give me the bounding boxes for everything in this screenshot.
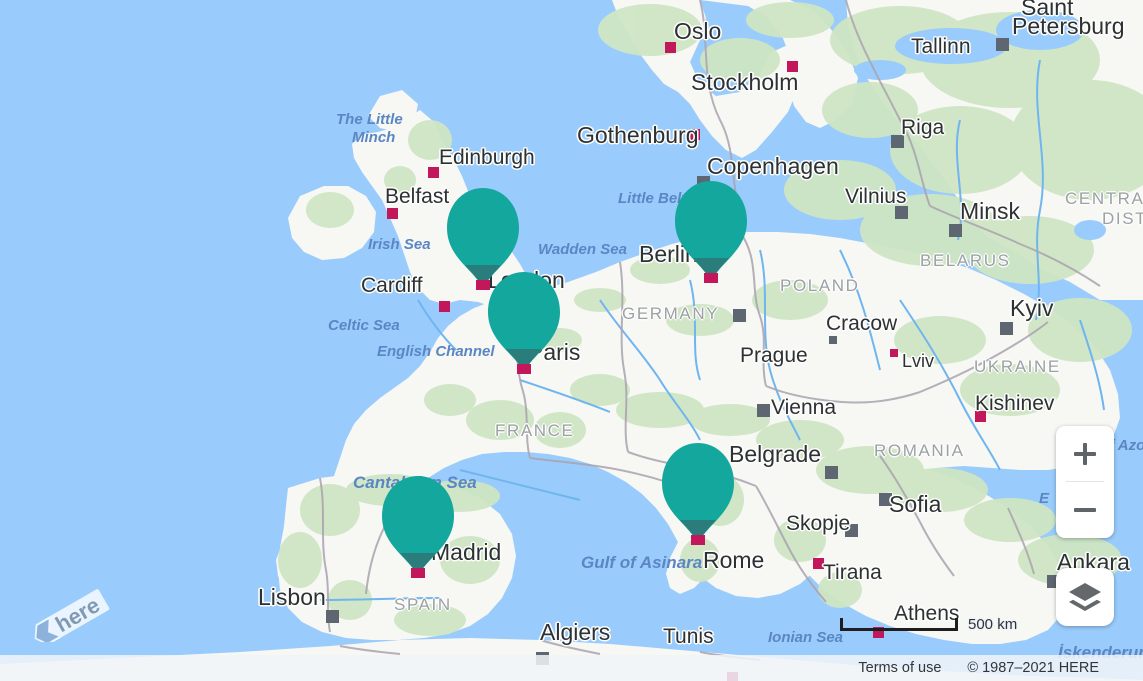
scale-bar-graphic bbox=[840, 618, 958, 631]
zoom-control[interactable] bbox=[1056, 426, 1114, 538]
layers-icon bbox=[1069, 583, 1101, 611]
attribution-bar: Terms of use © 1987–2021 HERE bbox=[0, 655, 1143, 681]
map-base-tiles bbox=[0, 0, 1143, 681]
map-layers-button[interactable] bbox=[1056, 568, 1114, 626]
map-marker-rome[interactable] bbox=[658, 441, 738, 545]
copyright-text: © 1987–2021 HERE bbox=[967, 660, 1099, 676]
here-logo: here bbox=[26, 588, 122, 646]
map-marker-paris[interactable] bbox=[484, 270, 564, 374]
zoom-in-button[interactable] bbox=[1056, 426, 1114, 482]
map-marker-madrid[interactable] bbox=[378, 474, 458, 578]
scale-bar: 500 km bbox=[840, 616, 1017, 633]
plus-icon bbox=[1074, 443, 1096, 465]
zoom-out-button[interactable] bbox=[1056, 482, 1114, 538]
terms-of-use-link[interactable]: Terms of use bbox=[858, 660, 941, 676]
map-marker-berlin[interactable] bbox=[671, 179, 751, 283]
scale-bar-label: 500 km bbox=[968, 616, 1018, 633]
map-viewport[interactable]: BELARUS POLAND GERMANY UKRAINE FRANCE ROMANIA… bbox=[0, 0, 1143, 681]
minus-icon bbox=[1074, 499, 1096, 521]
